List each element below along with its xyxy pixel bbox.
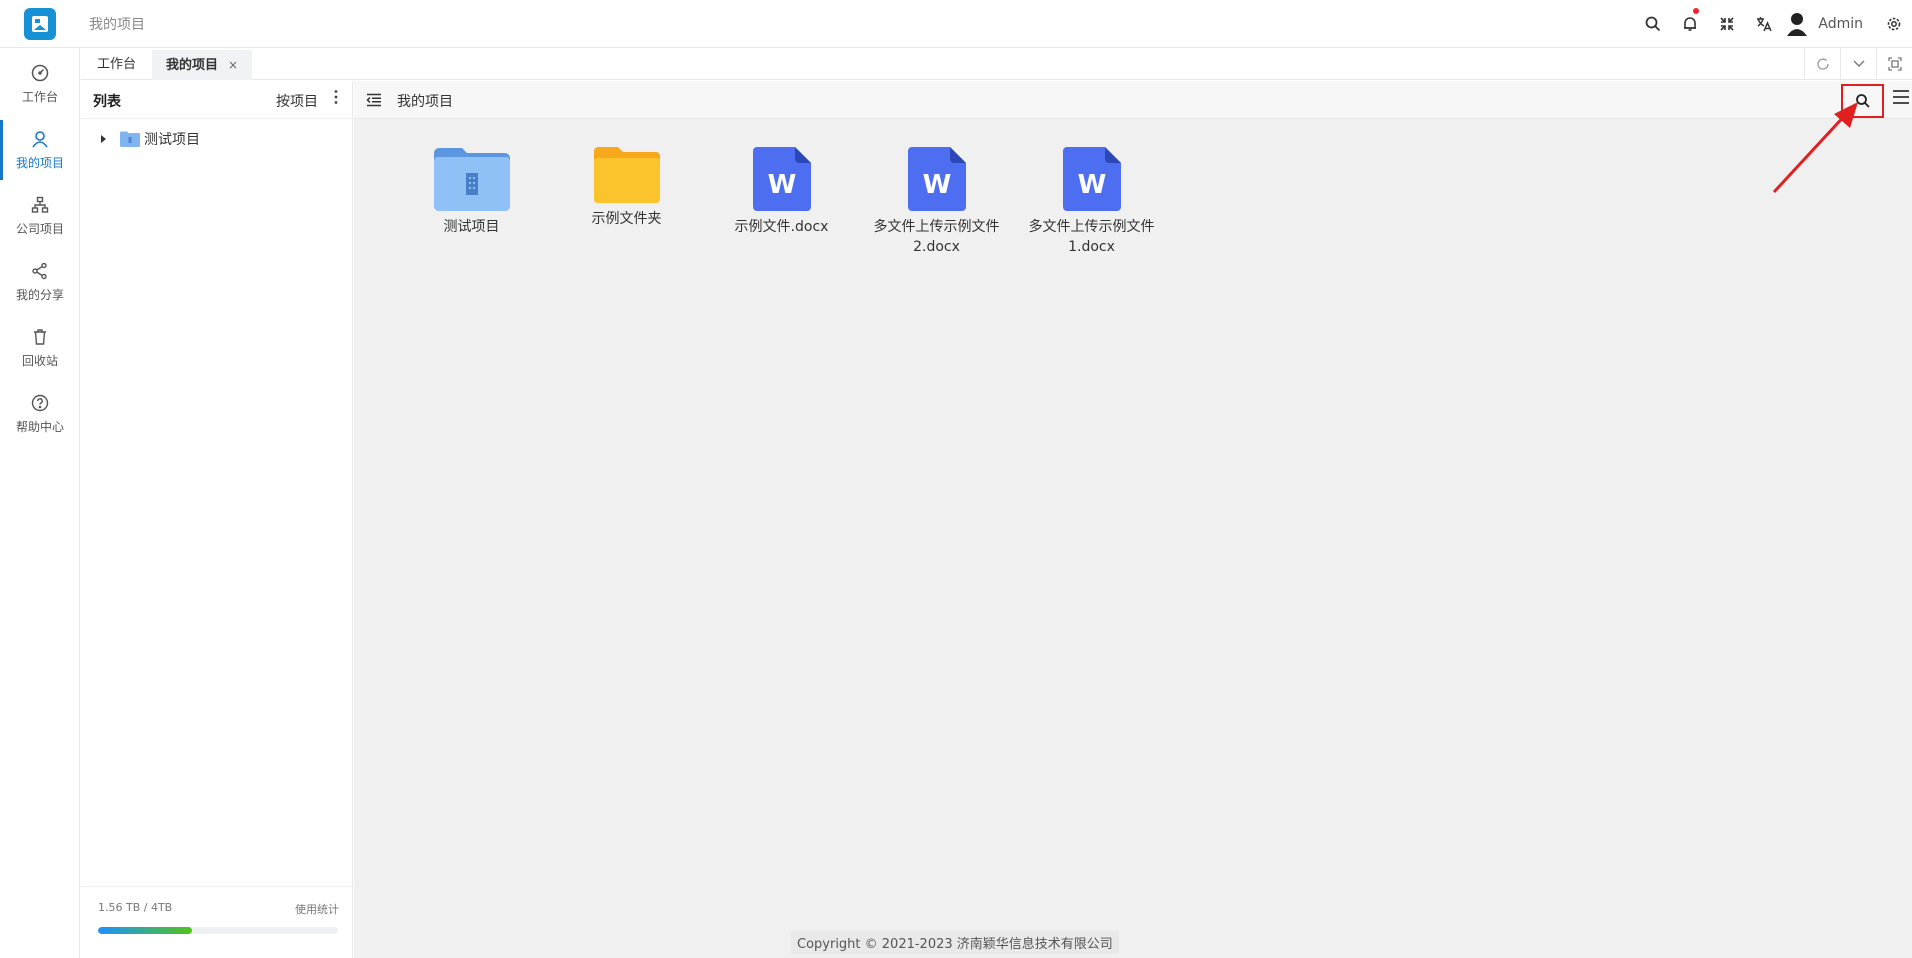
storage-progress-bar bbox=[98, 927, 338, 934]
dashboard-icon bbox=[31, 64, 49, 81]
nav-item-dashboard[interactable]: 工作台 bbox=[0, 54, 80, 114]
word-doc-icon: W bbox=[907, 147, 966, 211]
help-icon bbox=[31, 394, 49, 411]
nav-item-help-center[interactable]: 帮助中心 bbox=[0, 384, 80, 444]
file-name: 多文件上传示例文件1.docx bbox=[1028, 219, 1155, 255]
nav-label: 工作台 bbox=[21, 89, 58, 104]
content-title: 我的项目 bbox=[397, 94, 453, 110]
file-grid: 测试项目 示例文件夹 W 示例文件.docx W 多文件上传示例文件2.docx… bbox=[394, 147, 1169, 257]
header-actions: Admin bbox=[1634, 0, 1912, 48]
search-icon[interactable] bbox=[1634, 0, 1671, 48]
nav-item-company-projects[interactable]: 公司项目 bbox=[0, 186, 80, 246]
tab-bar: 工作台 我的项目 × bbox=[81, 48, 1912, 80]
maximize-icon[interactable] bbox=[1876, 48, 1912, 80]
folder-icon bbox=[593, 147, 660, 203]
content-toolbar: 我的项目 bbox=[354, 81, 1912, 119]
nav-label: 我的项目 bbox=[15, 155, 64, 170]
copyright-footer: Copyright © 2021-2023 济南颖华信息技术有限公司 bbox=[791, 931, 1119, 954]
file-name: 示例文件夹 bbox=[591, 211, 662, 227]
word-doc-icon: W bbox=[1062, 147, 1121, 211]
user-menu[interactable]: Admin bbox=[1786, 12, 1863, 36]
nav-label: 我的分享 bbox=[15, 287, 64, 302]
caret-right-icon[interactable] bbox=[101, 135, 106, 143]
user-name: Admin bbox=[1818, 16, 1863, 32]
user-avatar-icon bbox=[1787, 13, 1808, 36]
nav-label: 回收站 bbox=[21, 353, 58, 368]
more-vertical-icon[interactable] bbox=[334, 89, 338, 109]
collapse-tree-icon[interactable] bbox=[366, 92, 382, 111]
app-logo[interactable] bbox=[24, 8, 56, 40]
usage-stats-link[interactable]: 使用统计 bbox=[295, 901, 339, 917]
file-name: 示例文件.docx bbox=[734, 219, 829, 235]
project-folder-icon bbox=[433, 148, 510, 211]
tab-dashboard[interactable]: 工作台 bbox=[83, 50, 150, 80]
refresh-icon[interactable] bbox=[1804, 48, 1840, 80]
file-name: 多文件上传示例文件2.docx bbox=[873, 219, 1000, 255]
file-item[interactable]: 测试项目 bbox=[394, 147, 549, 257]
svg-text:W: W bbox=[767, 170, 796, 200]
gear-icon[interactable] bbox=[1875, 0, 1912, 48]
share-icon bbox=[32, 262, 47, 279]
tab-my-projects[interactable]: 我的项目 × bbox=[152, 50, 253, 80]
nav-item-my-shares[interactable]: 我的分享 bbox=[0, 252, 80, 312]
user-icon bbox=[32, 130, 48, 147]
menu-icon[interactable] bbox=[1892, 89, 1910, 109]
chevron-down-icon[interactable] bbox=[1840, 48, 1876, 80]
file-content-area: 我的项目 测试项目 示例文件夹 W 示例文件.docx W 多文件上传示例文件2… bbox=[354, 81, 1912, 958]
tab-label: 工作台 bbox=[97, 57, 137, 72]
top-header: 我的项目 Admin bbox=[0, 0, 1912, 48]
app-root: 我的项目 Admin 工作台 我的项目 公司项目 我的分享 回收站 帮助中心 工… bbox=[0, 0, 1912, 958]
tab-label: 我的项目 bbox=[166, 58, 219, 73]
file-item[interactable]: W 多文件上传示例文件2.docx bbox=[859, 147, 1014, 257]
file-name: 测试项目 bbox=[443, 219, 500, 235]
project-folder-icon bbox=[120, 131, 140, 147]
nav-label: 公司项目 bbox=[15, 221, 64, 236]
tab-tools bbox=[1804, 48, 1912, 80]
svg-text:W: W bbox=[1077, 170, 1106, 200]
notification-dot bbox=[1693, 8, 1700, 14]
file-item[interactable]: W 多文件上传示例文件1.docx bbox=[1014, 147, 1169, 257]
side-nav: 工作台 我的项目 公司项目 我的分享 回收站 帮助中心 bbox=[0, 48, 80, 958]
word-doc-icon: W bbox=[752, 147, 811, 211]
nav-item-my-projects[interactable]: 我的项目 bbox=[0, 120, 80, 180]
nav-item-recycle-bin[interactable]: 回收站 bbox=[0, 318, 80, 378]
file-item[interactable]: W 示例文件.docx bbox=[704, 147, 859, 257]
nav-label: 帮助中心 bbox=[15, 419, 64, 434]
fullscreen-icon[interactable] bbox=[1708, 0, 1745, 48]
tree-header: 列表 按项目 bbox=[81, 81, 352, 119]
trash-icon bbox=[34, 328, 46, 345]
tree-node[interactable]: 测试项目 bbox=[101, 129, 200, 149]
bell-icon[interactable] bbox=[1671, 0, 1708, 48]
project-tree-panel: 列表 按项目 测试项目 1.56 TB / 4TB 使用统计 bbox=[81, 81, 353, 958]
storage-progress-fill bbox=[98, 927, 192, 934]
file-item[interactable]: 示例文件夹 bbox=[549, 147, 704, 257]
storage-used-text: 1.56 TB / 4TB bbox=[98, 901, 173, 914]
translate-icon[interactable] bbox=[1745, 0, 1782, 48]
tree-node-label: 测试项目 bbox=[144, 132, 200, 148]
svg-text:W: W bbox=[922, 170, 951, 200]
tree-title: 列表 bbox=[93, 94, 121, 110]
org-icon bbox=[31, 196, 49, 213]
annotation-arrow bbox=[1772, 102, 1858, 194]
breadcrumb: 我的项目 bbox=[89, 17, 145, 33]
tab-close-icon[interactable]: × bbox=[228, 58, 238, 72]
sort-by-project-button[interactable]: 按项目 bbox=[276, 91, 318, 111]
storage-usage: 1.56 TB / 4TB 使用统计 bbox=[81, 886, 353, 958]
